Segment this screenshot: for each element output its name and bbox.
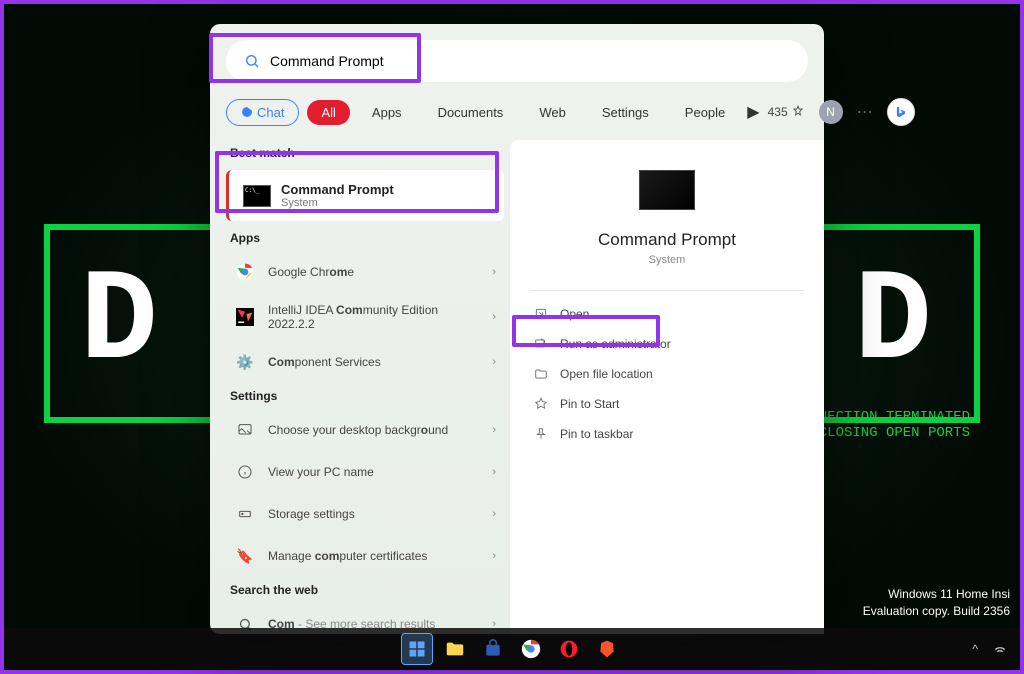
rewards-points[interactable]: 435 — [768, 105, 805, 119]
app-intellij[interactable]: IntelliJ IDEA Community Edition 2022.2.2… — [220, 293, 510, 341]
wallpaper-text-right: D — [854, 250, 944, 397]
picture-icon — [234, 419, 256, 441]
filter-chat[interactable]: Chat — [226, 99, 299, 126]
app-label: Component Services — [268, 355, 480, 369]
taskbar[interactable]: ^ — [4, 628, 1020, 670]
chevron-up-icon[interactable]: ^ — [972, 642, 978, 656]
setting-label: Storage settings — [268, 507, 480, 521]
section-settings: Settings — [220, 383, 510, 409]
setting-storage[interactable]: Storage settings › — [220, 493, 510, 535]
admin-icon — [534, 337, 550, 351]
app-label: IntelliJ IDEA Community Edition 2022.2.2 — [268, 303, 480, 331]
open-icon — [534, 307, 550, 321]
section-best-match: Best match — [220, 140, 510, 166]
action-pin-to-start[interactable]: Pin to Start — [530, 389, 804, 419]
search-input[interactable] — [270, 53, 790, 69]
windows-watermark: Windows 11 Home Insi Evaluation copy. Bu… — [863, 586, 1010, 620]
intellij-icon — [234, 306, 256, 328]
certificate-icon: 🔖 — [234, 545, 256, 567]
results-left-column: Best match Command Prompt System Apps Go… — [210, 140, 510, 634]
app-label: Google Chrome — [268, 265, 480, 279]
bing-icon[interactable] — [887, 98, 915, 126]
taskbar-chrome[interactable] — [515, 633, 547, 665]
action-pin-to-taskbar[interactable]: Pin to taskbar — [530, 419, 804, 449]
best-match-subtitle: System — [281, 197, 394, 209]
detail-title: Command Prompt — [598, 230, 736, 250]
system-tray[interactable]: ^ — [972, 641, 1008, 657]
taskbar-store[interactable] — [477, 633, 509, 665]
filter-web[interactable]: Web — [525, 100, 580, 125]
chevron-right-icon: › — [492, 311, 496, 323]
best-match-item[interactable]: Command Prompt System — [226, 170, 504, 221]
taskbar-explorer[interactable] — [439, 633, 471, 665]
command-prompt-large-icon — [639, 170, 695, 210]
setting-pc-name[interactable]: View your PC name › — [220, 451, 510, 493]
chevron-right-icon: › — [492, 550, 496, 562]
setting-label: Manage computer certificates — [268, 549, 480, 563]
user-avatar[interactable]: N — [819, 100, 843, 124]
command-prompt-icon — [243, 185, 271, 207]
play-icon[interactable]: ▶ — [747, 102, 759, 122]
start-button[interactable] — [401, 633, 433, 665]
chevron-right-icon: › — [492, 466, 496, 478]
section-search-web: Search the web — [220, 577, 510, 603]
search-icon — [244, 53, 260, 69]
search-bar-container — [210, 24, 824, 98]
setting-label: Choose your desktop background — [268, 423, 480, 437]
setting-label: View your PC name — [268, 465, 480, 479]
header-right: 435 N ⋯ — [768, 98, 915, 126]
component-services-icon: ⚙️ — [234, 351, 256, 373]
filter-documents[interactable]: Documents — [424, 100, 518, 125]
chevron-right-icon: › — [492, 424, 496, 436]
filter-settings[interactable]: Settings — [588, 100, 663, 125]
best-match-title: Command Prompt — [281, 182, 394, 197]
divider — [530, 290, 804, 291]
taskbar-brave[interactable] — [591, 633, 623, 665]
filter-all[interactable]: All — [307, 100, 349, 125]
folder-icon — [534, 367, 550, 381]
action-open-file-location[interactable]: Open file location — [530, 359, 804, 389]
chevron-right-icon: › — [492, 508, 496, 520]
pin-icon — [534, 427, 550, 441]
chrome-icon — [234, 261, 256, 283]
wallpaper-text-left: D — [80, 250, 170, 397]
more-icon[interactable]: ⋯ — [857, 102, 873, 122]
results-content: Best match Command Prompt System Apps Go… — [210, 140, 824, 634]
action-run-as-administrator[interactable]: Run as administrator — [530, 329, 804, 359]
detail-panel: Command Prompt System Open Run as admini… — [510, 140, 824, 634]
chevron-right-icon: › — [492, 356, 496, 368]
search-panel: Chat All Apps Documents Web Settings Peo… — [210, 24, 824, 634]
storage-icon — [234, 503, 256, 525]
taskbar-opera[interactable] — [553, 633, 585, 665]
setting-certificates[interactable]: 🔖 Manage computer certificates › — [220, 535, 510, 577]
app-google-chrome[interactable]: Google Chrome › — [220, 251, 510, 293]
app-component-services[interactable]: ⚙️ Component Services › — [220, 341, 510, 383]
wifi-icon[interactable] — [992, 641, 1008, 657]
detail-subtitle: System — [649, 254, 686, 266]
filter-row: Chat All Apps Documents Web Settings Peo… — [210, 98, 824, 140]
info-icon — [234, 461, 256, 483]
section-apps: Apps — [220, 225, 510, 251]
chevron-right-icon: › — [492, 266, 496, 278]
filter-apps[interactable]: Apps — [358, 100, 416, 125]
action-open[interactable]: Open — [530, 299, 804, 329]
pin-icon — [534, 397, 550, 411]
setting-desktop-background[interactable]: Choose your desktop background › — [220, 409, 510, 451]
filter-people[interactable]: People — [671, 100, 739, 125]
search-bar[interactable] — [226, 40, 808, 82]
